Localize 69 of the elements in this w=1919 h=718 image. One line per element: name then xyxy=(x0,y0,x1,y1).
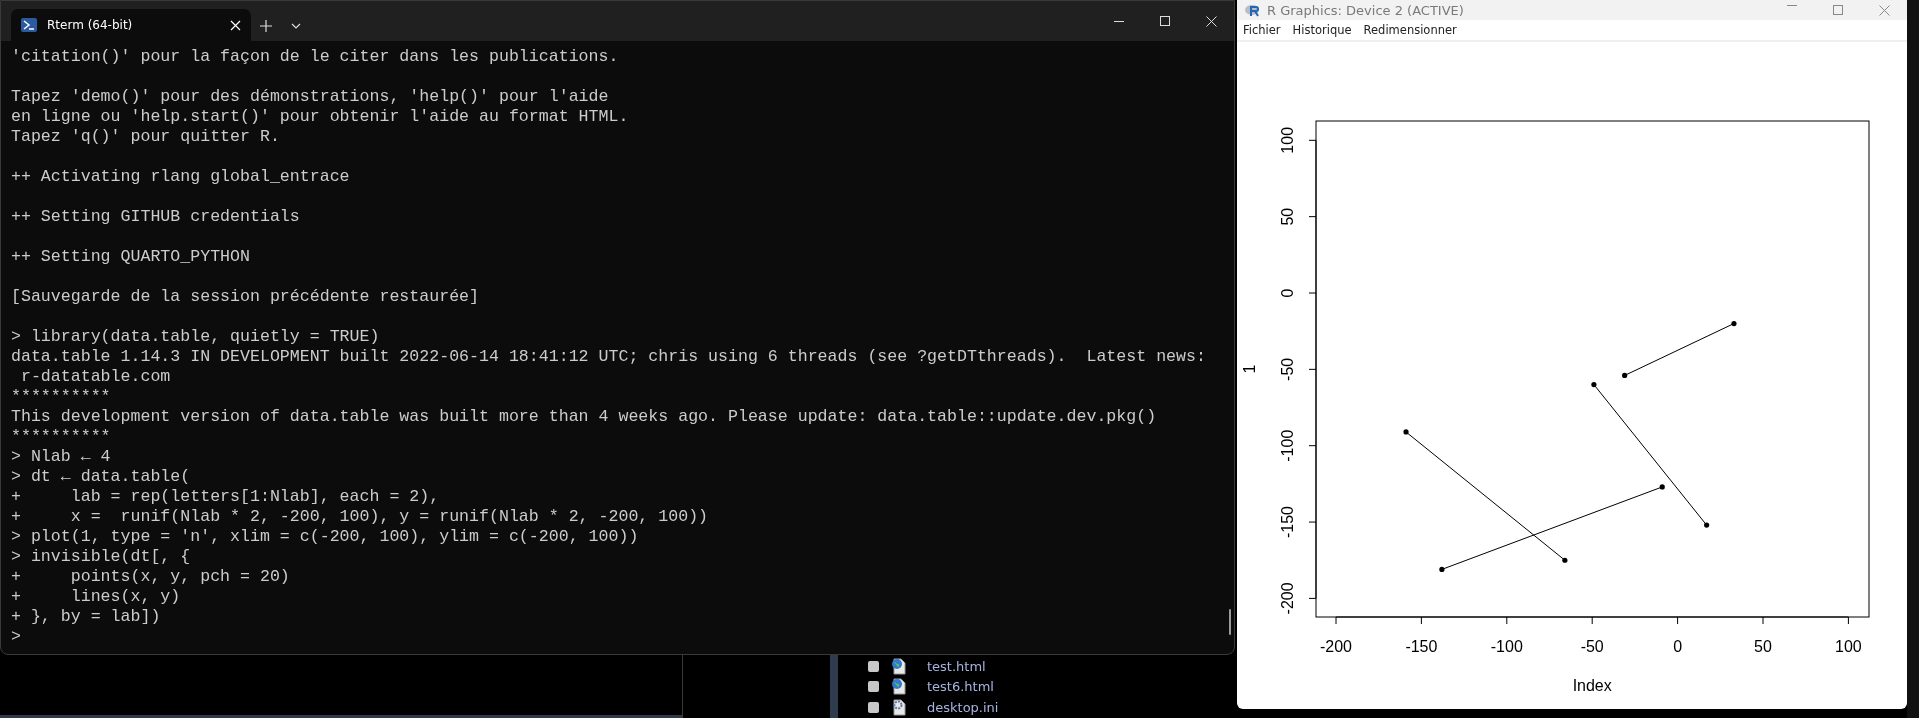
y-tick-label: -200 xyxy=(1279,582,1296,615)
file-name[interactable]: test.html xyxy=(927,658,986,674)
console-line: + x = runif(Nlab * 2, -200, 100), y = runif(Nlab * 2, -200, 100)) xyxy=(11,507,709,527)
data-point xyxy=(1731,320,1737,327)
scrollbar-thumb[interactable] xyxy=(1229,609,1231,635)
y-tick-label: 100 xyxy=(1279,126,1296,154)
console-line: ++ Setting GITHUB credentials xyxy=(11,207,300,227)
x-tick-label: 50 xyxy=(1754,638,1772,655)
data-point xyxy=(1591,382,1597,388)
console-line: + }, by = lab]) xyxy=(11,607,161,627)
chevron-down-icon[interactable] xyxy=(291,23,301,29)
web-page-icon xyxy=(891,678,907,696)
powershell-icon xyxy=(21,18,37,32)
console-line: ++ Setting QUARTO_PYTHON xyxy=(11,247,250,267)
data-point xyxy=(1622,372,1628,379)
window-title: R Graphics: Device 2 (ACTIVE) xyxy=(1267,2,1464,18)
x-tick-label: -100 xyxy=(1490,638,1523,655)
web-page-icon xyxy=(891,657,907,675)
file-checkbox[interactable] xyxy=(868,660,879,672)
console-line: > xyxy=(11,627,21,647)
console-line: > Nlab ← 4 xyxy=(11,447,111,467)
console-line: r-datatable.com xyxy=(19,367,171,387)
y-axis-title: 1 xyxy=(1241,364,1258,374)
data-point xyxy=(1403,429,1409,435)
data-point xyxy=(1704,522,1710,528)
terminal-tab[interactable]: Rterm (64-bit) xyxy=(11,9,251,41)
data-point xyxy=(1562,557,1568,563)
x-axis-title: Index xyxy=(1572,677,1612,694)
menu-item[interactable]: Historique xyxy=(1292,23,1352,37)
file-checkbox[interactable] xyxy=(868,701,879,713)
console-line: + lab = rep(letters[1:Nlab], each = 2), xyxy=(11,487,440,507)
console-line: ********** xyxy=(11,427,111,447)
menu-item[interactable]: Fichier xyxy=(1243,23,1281,37)
y-tick-label: -50 xyxy=(1279,357,1296,381)
file-name[interactable]: test6.html xyxy=(927,679,994,695)
console-line: Tapez 'q()' pour quitter R. xyxy=(11,127,280,147)
console-line: > library(data.table, quietly = TRUE) xyxy=(11,327,380,347)
console-line: This development version of data.table was built more than 4 weeks ago. Please update: data.table::update.dev.pkg() xyxy=(11,407,1157,427)
y-tick-label: 50 xyxy=(1279,207,1296,226)
x-tick-label: -200 xyxy=(1320,638,1352,655)
x-tick-label: -150 xyxy=(1405,638,1438,655)
console-line: ++ Activating rlang global_entrace xyxy=(11,167,350,187)
console-line: + lines(x, y) xyxy=(11,587,181,607)
x-tick-label: 100 xyxy=(1835,638,1862,655)
y-tick-label: -100 xyxy=(1279,429,1296,462)
y-tick-label: 0 xyxy=(1279,288,1296,298)
console-line: > dt ← data.table( xyxy=(11,467,191,487)
console-line: en ligne ou 'help.start()' pour obtenir l'aide au format HTML. xyxy=(11,107,629,127)
console-line: [Sauvegarde de la session précédente restaurée] xyxy=(11,287,480,307)
console-line: ********** xyxy=(11,387,111,407)
menu-item[interactable]: Redimensionner xyxy=(1363,23,1457,37)
file-name[interactable]: desktop.ini xyxy=(927,699,999,715)
console-line: + points(x, y, pch = 20) xyxy=(11,567,290,587)
x-tick-label: 0 xyxy=(1673,638,1683,655)
tab-title: Rterm (64-bit) xyxy=(47,18,134,32)
console-line: Tapez 'demo()' pour des démonstrations, 'help()' pour l'aide xyxy=(11,87,609,107)
console-line: > plot(1, type = 'n', xlim = c(-200, 100), ylim = c(-200, 100)) xyxy=(11,527,639,547)
data-point xyxy=(1659,484,1665,490)
console-line: 'citation()' pour la façon de le citer dans les publications. xyxy=(11,47,619,67)
console-line: > invisible(dt[, { xyxy=(11,547,191,567)
plus-icon[interactable] xyxy=(260,20,272,32)
data-point xyxy=(1439,566,1445,572)
r-logo-icon xyxy=(1245,3,1261,17)
file-checkbox[interactable] xyxy=(868,681,879,693)
x-tick-label: -50 xyxy=(1580,638,1604,655)
console-line: data.table 1.14.3 IN DEVELOPMENT built 2022-06-14 18:41:12 UTC; chris using 6 threads (see ?getDTthreads). Latest news: xyxy=(11,347,1206,367)
settings-file-icon xyxy=(891,698,907,716)
sidebar-edge xyxy=(830,655,838,718)
y-tick-label: -150 xyxy=(1279,506,1296,539)
